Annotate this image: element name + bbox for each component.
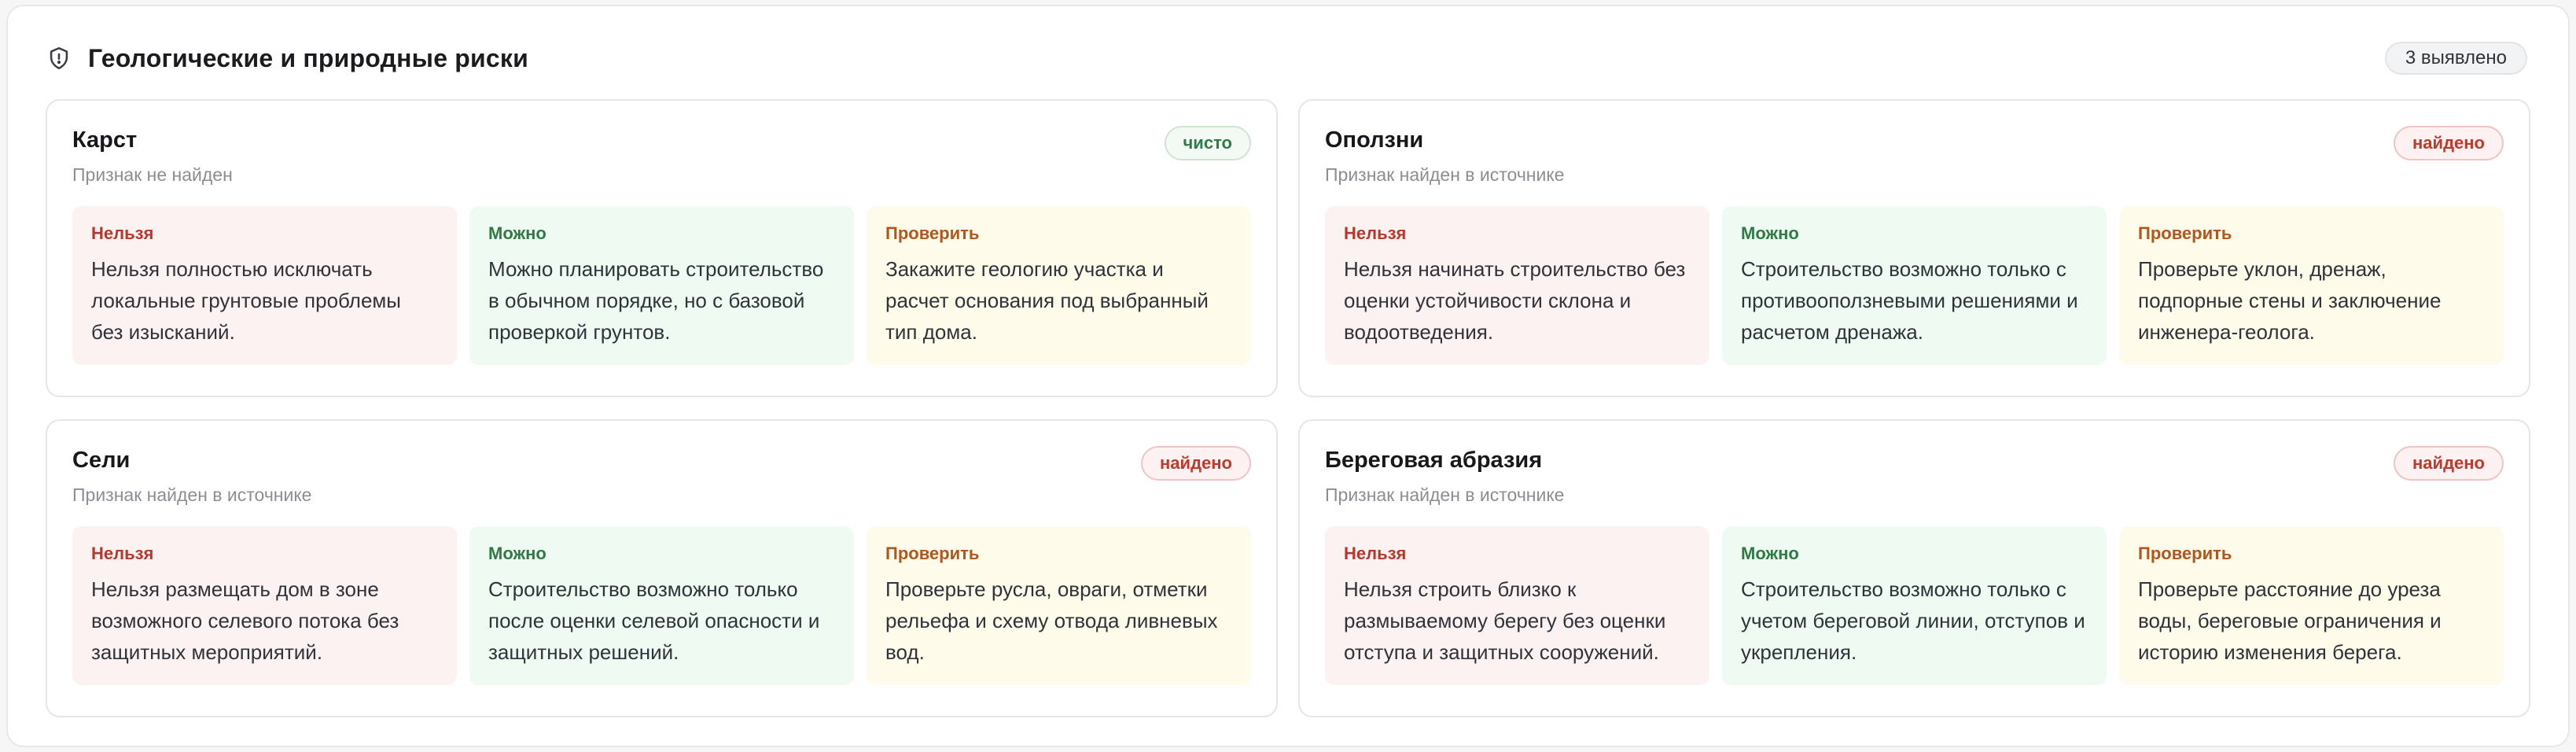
card-title: Сели <box>72 448 131 473</box>
advice-forbidden: Нельзя Нельзя полностью исключать локаль… <box>72 206 457 365</box>
advice-text: Нельзя строить близко к размываемому бер… <box>1344 577 1666 664</box>
advice-check: Проверить Проверьте уклон, дренаж, подпо… <box>2119 206 2504 365</box>
card-header: Сели Признак найден в источнике найдено <box>72 446 1251 506</box>
advice-forbidden: Нельзя Нельзя строить близко к размываем… <box>1325 526 1709 685</box>
panel-header: Геологические и природные риски 3 выявле… <box>46 36 2527 80</box>
status-badge: найдено <box>2394 446 2504 481</box>
risk-card-landslides: Оползни Признак найден в источнике найде… <box>1298 99 2530 397</box>
advice-label: Можно <box>488 223 546 243</box>
status-badge: чисто <box>1164 126 1251 160</box>
advice-text: Нельзя начинать строительство без оценки… <box>1344 257 1686 344</box>
advice-label: Проверить <box>2138 544 2232 563</box>
card-header: Береговая абразия Признак найден в источ… <box>1325 446 2504 506</box>
card-subtitle: Признак не найден <box>72 164 233 185</box>
card-title: Оползни <box>1325 127 1424 153</box>
advice-text: Проверьте уклон, дренаж, подпорные стены… <box>2138 257 2442 344</box>
advice-label: Нельзя <box>91 544 154 563</box>
advice-label: Нельзя <box>91 223 154 243</box>
advice-label: Можно <box>1741 544 1799 563</box>
advice-text: Можно планировать строительство в обычно… <box>488 257 824 344</box>
advice-columns: Нельзя Нельзя строить близко к размываем… <box>1325 526 2504 685</box>
card-subtitle: Признак найден в источнике <box>1325 164 1565 185</box>
risk-cards-grid: Карст Признак не найден чисто Нельзя Нел… <box>46 99 2530 717</box>
advice-allowed: Можно Строительство возможно только посл… <box>469 526 854 685</box>
advice-check: Проверить Проверьте русла, овраги, отмет… <box>867 526 1251 685</box>
advice-label: Проверить <box>885 223 980 243</box>
advice-text: Строительство возможно только после оцен… <box>488 577 820 664</box>
status-badge: найдено <box>2394 126 2504 160</box>
advice-check: Проверить Закажите геологию участка и ра… <box>867 206 1251 365</box>
advice-forbidden: Нельзя Нельзя начинать строительство без… <box>1325 206 1709 365</box>
advice-label: Проверить <box>885 544 980 563</box>
card-title: Береговая абразия <box>1325 448 1543 473</box>
advice-columns: Нельзя Нельзя размещать дом в зоне возмо… <box>72 526 1251 685</box>
advice-columns: Нельзя Нельзя начинать строительство без… <box>1325 206 2504 365</box>
title-group: Геологические и природные риски <box>46 44 528 73</box>
advice-allowed: Можно Строительство возможно только с пр… <box>1722 206 2107 365</box>
advice-text: Закажите геологию участка и расчет основ… <box>885 257 1209 344</box>
advice-text: Нельзя полностью исключать локальные гру… <box>91 257 401 344</box>
advice-label: Проверить <box>2138 223 2232 243</box>
card-title: Карст <box>72 127 138 153</box>
advice-label: Можно <box>1741 223 1799 243</box>
advice-allowed: Можно Строительство возможно только с уч… <box>1722 526 2107 685</box>
advice-label: Нельзя <box>1344 544 1407 563</box>
shield-icon <box>50 46 68 70</box>
advice-forbidden: Нельзя Нельзя размещать дом в зоне возмо… <box>72 526 457 685</box>
advice-text: Нельзя размещать дом в зоне возможного с… <box>91 577 399 664</box>
advice-label: Нельзя <box>1344 223 1407 243</box>
advice-allowed: Можно Можно планировать строительство в … <box>469 206 854 365</box>
card-header: Оползни Признак найден в источнике найде… <box>1325 126 2504 186</box>
advice-text: Строительство возможно только с учетом б… <box>1741 577 2085 664</box>
status-badge: найдено <box>1141 446 1251 481</box>
panel-title: Геологические и природные риски <box>88 43 528 72</box>
advice-check: Проверить Проверьте расстояние до уреза … <box>2119 526 2504 685</box>
advice-text: Строительство возможно только с противоо… <box>1741 257 2078 344</box>
card-subtitle: Признак найден в источнике <box>72 485 312 505</box>
card-header: Карст Признак не найден чисто <box>72 126 1251 186</box>
card-subtitle: Признак найден в источнике <box>1325 485 1565 505</box>
risk-card-mudflows: Сели Признак найден в источнике найдено … <box>46 419 1278 717</box>
risk-card-coastal-abrasion: Береговая абразия Признак найден в источ… <box>1298 419 2530 717</box>
advice-label: Можно <box>488 544 546 563</box>
advice-text: Проверьте расстояние до уреза воды, бере… <box>2138 577 2442 664</box>
risk-card-karst: Карст Признак не найден чисто Нельзя Нел… <box>46 99 1278 397</box>
advice-columns: Нельзя Нельзя полностью исключать локаль… <box>72 206 1251 365</box>
advice-text: Проверьте русла, овраги, отметки рельефа… <box>885 577 1218 664</box>
risk-count-badge: 3 выявлено <box>2384 42 2527 75</box>
geo-risks-panel: Геологические и природные риски 3 выявле… <box>6 5 2570 747</box>
